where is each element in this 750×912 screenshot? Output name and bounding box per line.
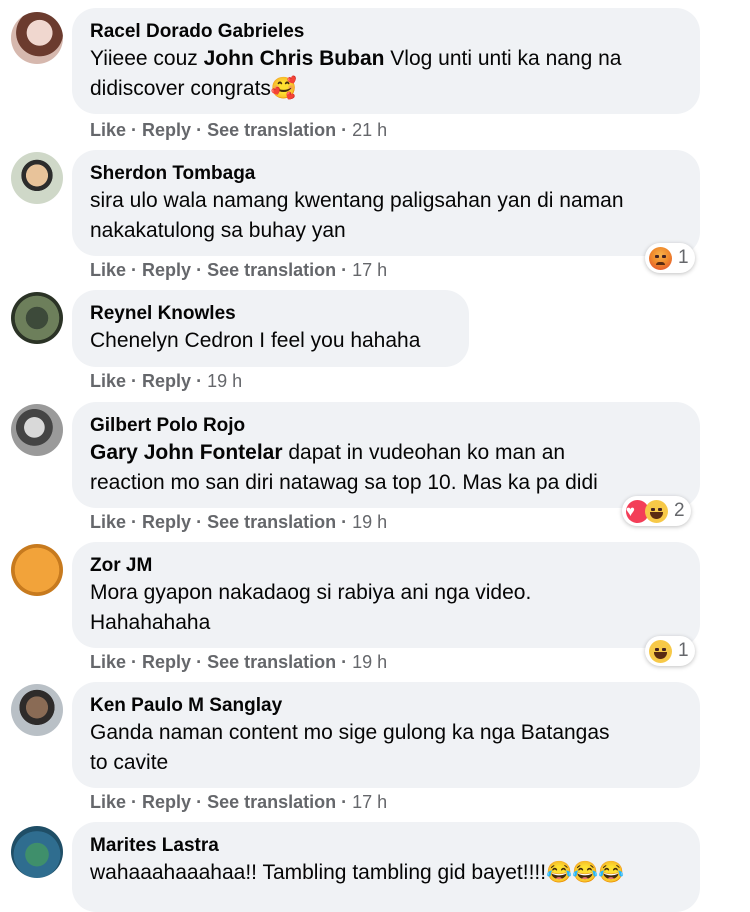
reaction-summary[interactable]: 1 <box>645 243 695 273</box>
comment-bubble: Gilbert Polo Rojo Gary John Fontelar dap… <box>72 402 700 508</box>
avatar[interactable] <box>11 826 63 878</box>
see-translation-link[interactable]: See translation <box>207 260 336 280</box>
commenter-name[interactable]: Marites Lastra <box>90 834 682 858</box>
avatar[interactable] <box>11 544 63 596</box>
haha-reaction-icon <box>649 639 672 663</box>
comment-text: Mora gyapon nakadaog si rabiya ani nga v… <box>90 581 532 634</box>
reaction-count: 1 <box>678 247 689 268</box>
mention-link[interactable]: Gary John Fontelar <box>90 441 283 464</box>
comment-bubble: Racel Dorado Gabrieles Yiieee couz John … <box>72 8 700 114</box>
timestamp[interactable]: 19 h <box>207 371 242 391</box>
avatar[interactable] <box>11 404 63 456</box>
commenter-name[interactable]: Reynel Knowles <box>90 302 451 326</box>
avatar[interactable] <box>11 152 63 204</box>
comment-actions: Like · Reply · 19 h <box>90 371 243 391</box>
timestamp[interactable]: 21 h <box>352 120 387 140</box>
see-translation-link[interactable]: See translation <box>207 512 336 532</box>
like-button[interactable]: Like <box>90 371 126 391</box>
comment-actions: Like · Reply · See translation · 19 h <box>90 512 388 532</box>
comment-bubble: Ken Paulo M Sanglay Ganda naman content … <box>72 682 700 788</box>
haha-reaction-icon <box>645 499 668 523</box>
comment-bubble: Marites Lastra wahaaahaaahaa!! Tambling … <box>72 822 700 912</box>
avatar[interactable] <box>11 684 63 736</box>
see-translation-link[interactable]: See translation <box>207 652 336 672</box>
reaction-count: 2 <box>674 500 685 521</box>
timestamp[interactable]: 17 h <box>352 792 387 812</box>
comment-text: Ganda naman content mo sige gulong ka ng… <box>90 721 610 774</box>
commenter-name[interactable]: Zor JM <box>90 554 682 578</box>
comment-actions: Like · Reply · See translation · 19 h <box>90 652 388 672</box>
commenter-name[interactable]: Ken Paulo M Sanglay <box>90 694 682 718</box>
comment-text: Yiieee couz John Chris Buban Vlog unti u… <box>90 47 622 100</box>
comment-bubble: Zor JM Mora gyapon nakadaog si rabiya an… <box>72 542 700 648</box>
angry-reaction-icon <box>649 246 672 270</box>
reaction-summary[interactable]: ♥ 2 <box>622 496 691 526</box>
reply-button[interactable]: Reply <box>142 792 191 812</box>
commenter-name[interactable]: Racel Dorado Gabrieles <box>90 20 682 44</box>
like-button[interactable]: Like <box>90 512 126 532</box>
timestamp[interactable]: 19 h <box>352 652 387 672</box>
see-translation-link[interactable]: See translation <box>207 792 336 812</box>
comment-actions: Like · Reply · See translation · 17 h <box>90 260 388 280</box>
comment-text: wahaaahaaahaa!! Tambling tambling gid ba… <box>90 861 625 884</box>
comment-bubble: Sherdon Tombaga sira ulo wala namang kwe… <box>72 150 700 256</box>
timestamp[interactable]: 17 h <box>352 260 387 280</box>
commenter-name[interactable]: Sherdon Tombaga <box>90 162 682 186</box>
reply-button[interactable]: Reply <box>142 652 191 672</box>
see-translation-link[interactable]: See translation <box>207 120 336 140</box>
avatar[interactable] <box>11 292 63 344</box>
comment-text: Chenelyn Cedron I feel you hahaha <box>90 329 421 352</box>
comment-actions: Like · Reply · See translation · 17 h <box>90 792 388 812</box>
reply-button[interactable]: Reply <box>142 120 191 140</box>
reply-button[interactable]: Reply <box>142 371 191 391</box>
comment-actions: Like · Reply · See translation · 21 h <box>90 120 388 140</box>
reaction-summary[interactable]: 1 <box>645 636 695 666</box>
avatar[interactable] <box>11 12 63 64</box>
like-button[interactable]: Like <box>90 792 126 812</box>
reaction-count: 1 <box>678 640 689 661</box>
like-button[interactable]: Like <box>90 652 126 672</box>
timestamp[interactable]: 19 h <box>352 512 387 532</box>
commenter-name[interactable]: Gilbert Polo Rojo <box>90 414 682 438</box>
reply-button[interactable]: Reply <box>142 260 191 280</box>
like-button[interactable]: Like <box>90 120 126 140</box>
comment-text: sira ulo wala namang kwentang paligsahan… <box>90 189 624 242</box>
comment-text: Gary John Fontelar dapat in vudeohan ko … <box>90 441 598 494</box>
comment-bubble: Reynel Knowles Chenelyn Cedron I feel yo… <box>72 290 469 367</box>
mention-link[interactable]: John Chris Buban <box>204 47 385 70</box>
like-button[interactable]: Like <box>90 260 126 280</box>
reply-button[interactable]: Reply <box>142 512 191 532</box>
